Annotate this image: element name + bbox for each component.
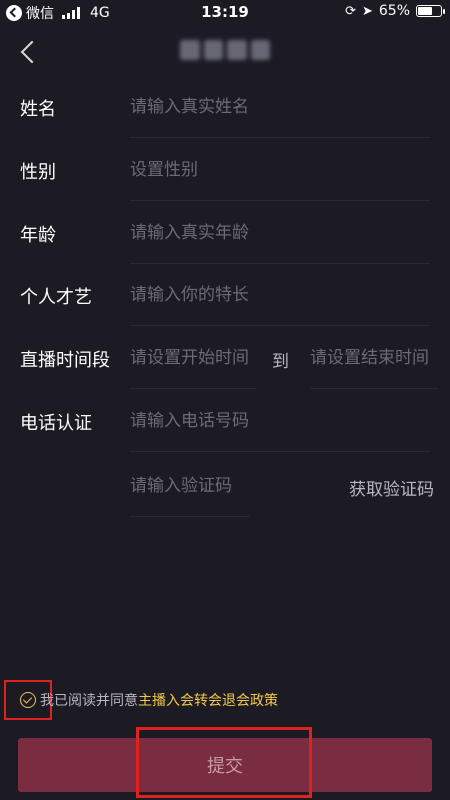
location-arrow-icon: ➤ <box>361 3 373 19</box>
form-row-age: 年龄 <box>0 202 450 264</box>
age-input[interactable] <box>130 202 430 264</box>
form-row-name: 姓名 <box>0 76 450 138</box>
start-time-input[interactable] <box>130 327 256 389</box>
form-row-gender: 性别 <box>0 139 450 201</box>
status-bar: 微信 4G 13:19 ⟳ ➤ 65% <box>0 0 450 26</box>
nav-bar <box>0 26 450 76</box>
rotation-lock-icon: ⟳ <box>345 3 356 19</box>
live-time-label: 直播时间段 <box>20 350 110 371</box>
gender-label: 性别 <box>20 162 56 183</box>
submit-label: 提交 <box>207 756 243 777</box>
name-input[interactable] <box>130 76 430 138</box>
form-row-talent: 个人才艺 <box>0 264 450 326</box>
status-right: ⟳ ➤ 65% <box>345 3 445 19</box>
name-label: 姓名 <box>20 99 56 120</box>
battery-percent: 65% <box>378 3 410 19</box>
agreement-row: 我已阅读并同意 主播入会转会退会政策 <box>4 680 278 720</box>
talent-label: 个人才艺 <box>20 287 92 308</box>
form-row-phone: 电话认证 <box>0 390 450 452</box>
phone-label: 电话认证 <box>20 413 92 434</box>
battery-fill <box>418 7 432 15</box>
age-label: 年龄 <box>20 225 56 246</box>
blurred-page-title <box>180 40 270 60</box>
get-code-button[interactable]: 获取验证码 <box>349 475 434 500</box>
verification-code-input[interactable] <box>130 455 250 517</box>
check-circle-icon <box>20 692 36 708</box>
form-row-live-time: 直播时间段 到 <box>0 327 450 389</box>
submit-button[interactable]: 提交 <box>18 738 432 792</box>
policy-link[interactable]: 主播入会转会退会政策 <box>138 690 278 710</box>
form-row-code: 获取验证码 <box>0 455 450 517</box>
end-time-input[interactable] <box>310 327 438 389</box>
back-button[interactable] <box>14 38 42 66</box>
agreement-text: 我已阅读并同意 <box>40 693 138 709</box>
phone-input[interactable] <box>130 390 430 452</box>
gender-select[interactable] <box>130 139 430 201</box>
time-separator: 到 <box>272 352 289 372</box>
talent-input[interactable] <box>130 264 430 326</box>
battery-icon <box>416 5 445 17</box>
